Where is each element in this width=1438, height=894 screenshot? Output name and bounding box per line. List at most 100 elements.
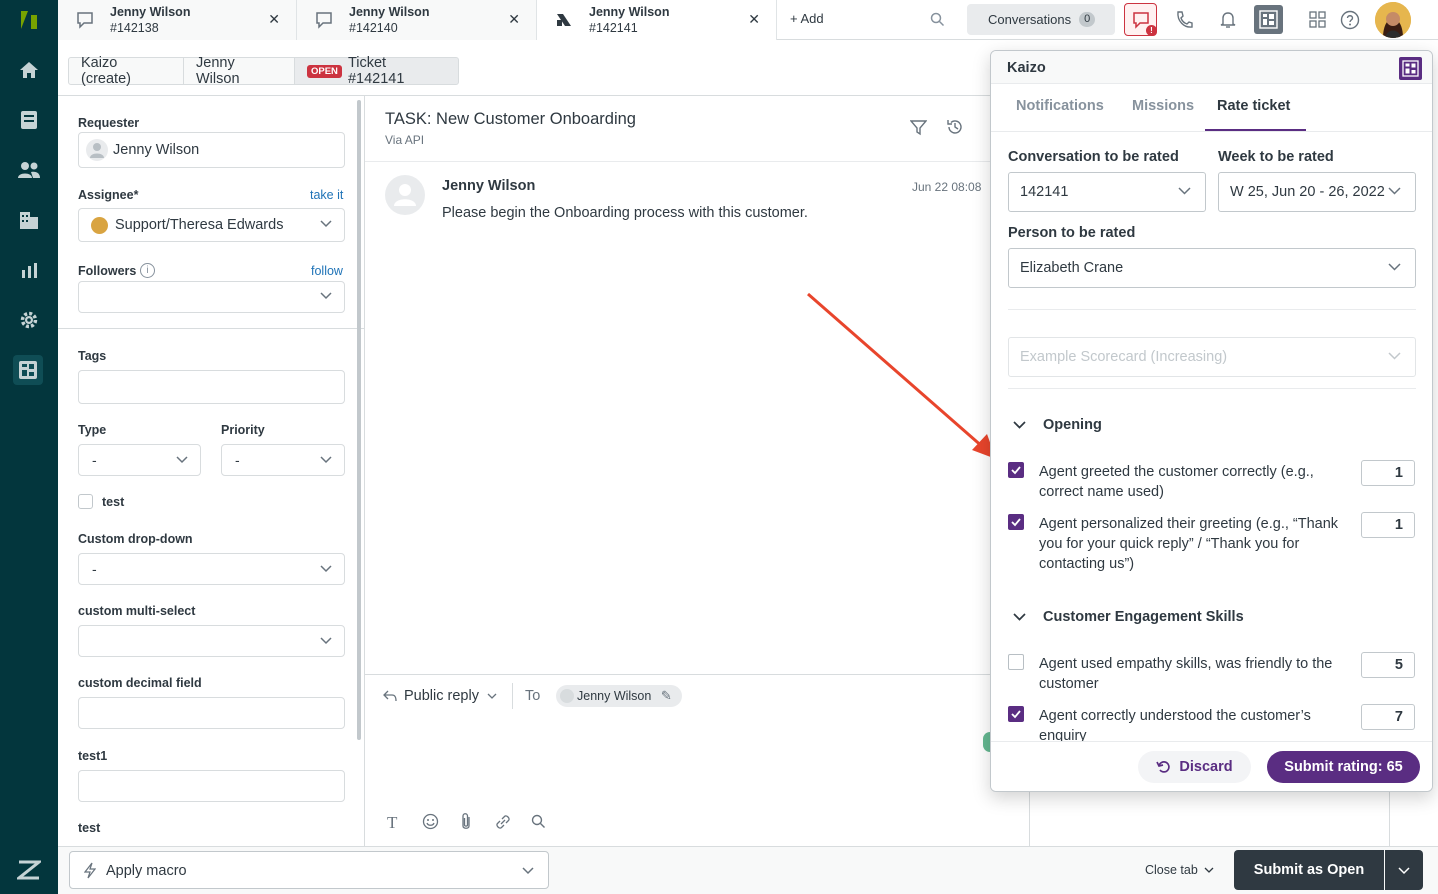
conversations-button[interactable]: Conversations 0 — [967, 4, 1115, 35]
recipient-chip[interactable]: Jenny Wilson ✎ — [556, 685, 682, 707]
search-icon[interactable] — [930, 12, 945, 27]
comment-timestamp: Jun 22 08:08 — [912, 180, 982, 194]
conversations-label: Conversations — [988, 12, 1072, 27]
close-tab-dropdown[interactable]: Close tab — [1145, 863, 1214, 877]
divider — [1029, 790, 1030, 846]
reply-mode-dropdown[interactable]: Public reply — [383, 688, 497, 704]
person-dropdown[interactable]: Elizabeth Crane — [1008, 248, 1416, 288]
avatar[interactable] — [1375, 2, 1411, 38]
ticket-tab-142140[interactable]: Jenny Wilson #142140 ✕ — [297, 0, 537, 40]
conversation-dropdown[interactable]: 142141 — [1008, 172, 1206, 212]
week-dropdown[interactable]: W 25, Jun 20 - 26, 2022 — [1218, 172, 1416, 212]
test-checkbox[interactable] — [78, 494, 93, 509]
decimal-label: custom decimal field — [78, 676, 202, 690]
scorecard-dropdown[interactable]: Example Scorecard (Increasing) — [1008, 337, 1416, 377]
help-icon[interactable] — [1340, 10, 1360, 30]
follow-link[interactable]: follow — [311, 264, 343, 278]
kaizo-app-toggle-icon[interactable] — [1254, 5, 1283, 34]
add-label: Add — [800, 11, 824, 26]
reporting-icon[interactable] — [14, 255, 44, 285]
attachment-icon[interactable] — [460, 812, 472, 831]
decimal-input[interactable] — [78, 697, 345, 729]
criterion-score-input[interactable]: 1 — [1361, 460, 1415, 486]
assignee-avatar — [91, 217, 108, 234]
to-label: To — [525, 688, 541, 704]
zendesk-logo-icon[interactable] — [14, 5, 44, 35]
chevron-down-icon[interactable] — [1013, 421, 1026, 429]
priority-dropdown[interactable]: - — [221, 444, 345, 476]
history-icon[interactable] — [946, 118, 964, 136]
tags-input[interactable] — [78, 370, 345, 404]
divider — [512, 683, 513, 709]
test1-input[interactable] — [78, 770, 345, 802]
breadcrumb-ticket[interactable]: OPEN Ticket #142141 — [294, 55, 459, 87]
apply-macro-dropdown[interactable]: Apply macro — [69, 851, 549, 889]
apps-grid-icon[interactable] — [1309, 11, 1326, 28]
tab-rate-ticket[interactable]: Rate ticket — [1217, 98, 1290, 114]
text-format-icon[interactable]: T — [387, 813, 397, 833]
search-knowledge-icon[interactable] — [531, 814, 546, 829]
zendesk-z-icon[interactable] — [14, 855, 44, 885]
tab-name: Jenny Wilson — [110, 5, 191, 19]
phone-icon[interactable] — [1174, 10, 1194, 30]
chevron-down-icon — [1178, 187, 1191, 195]
admin-gear-icon[interactable] — [14, 305, 44, 335]
ticket-tab-142141[interactable]: Jenny Wilson #142141 ✕ — [537, 0, 777, 40]
apply-macro-label: Apply macro — [106, 863, 187, 879]
add-tab-button[interactable]: + Add — [790, 11, 824, 26]
criterion-text: Agent greeted the customer correctly (e.… — [1039, 464, 1314, 500]
close-icon[interactable]: ✕ — [268, 11, 280, 28]
views-icon[interactable] — [14, 105, 44, 135]
sidebar-scrollbar[interactable] — [357, 100, 361, 740]
criterion-checkbox[interactable] — [1008, 706, 1024, 722]
info-icon[interactable]: i — [140, 263, 155, 278]
recipient-name: Jenny Wilson — [577, 689, 652, 703]
filter-icon[interactable] — [910, 119, 927, 136]
close-icon[interactable]: ✕ — [508, 11, 520, 28]
criterion-checkbox[interactable] — [1008, 514, 1024, 530]
section-title-engagement[interactable]: Customer Engagement Skills — [1043, 609, 1244, 625]
assignee-value: Support/Theresa Edwards — [115, 217, 284, 233]
section-title-opening[interactable]: Opening — [1043, 417, 1102, 433]
chevron-down-icon — [320, 456, 332, 464]
custom-dropdown-value: - — [92, 561, 97, 577]
criterion-checkbox[interactable] — [1008, 654, 1024, 670]
criterion-score-input[interactable]: 7 — [1361, 704, 1415, 730]
submit-as-open-button[interactable]: Submit as Open — [1234, 850, 1384, 890]
breadcrumb-requester[interactable]: Jenny Wilson — [183, 55, 295, 87]
breadcrumb-organization[interactable]: Kaizo (create) — [68, 55, 184, 87]
multiselect-dropdown[interactable] — [78, 625, 345, 657]
criterion-score-input[interactable]: 5 — [1361, 652, 1415, 678]
criterion-checkbox[interactable] — [1008, 462, 1024, 478]
undo-icon — [1156, 761, 1171, 773]
followers-dropdown[interactable] — [78, 281, 345, 313]
chevron-down-icon[interactable] — [1013, 613, 1026, 621]
top-bar: Jenny Wilson #142138 ✕ Jenny Wilson #142… — [58, 0, 1438, 40]
annotation-arrow-icon — [807, 292, 996, 459]
tab-notifications[interactable]: Notifications — [1016, 98, 1104, 114]
requester-field[interactable]: Jenny Wilson — [78, 132, 345, 168]
close-icon[interactable]: ✕ — [748, 11, 760, 28]
chat-alert-button[interactable]: ! — [1124, 3, 1157, 36]
chat-bubble-icon — [315, 11, 333, 29]
link-icon[interactable] — [494, 813, 512, 831]
conversations-count-badge: 0 — [1079, 12, 1096, 27]
assignee-dropdown[interactable]: Support/Theresa Edwards — [78, 208, 345, 242]
take-it-link[interactable]: take it — [310, 188, 343, 202]
chevron-down-icon — [320, 565, 332, 573]
tab-missions[interactable]: Missions — [1132, 98, 1194, 114]
type-dropdown[interactable]: - — [78, 444, 201, 476]
customers-icon[interactable] — [14, 155, 44, 185]
emoji-icon[interactable] — [422, 813, 439, 830]
notifications-bell-icon[interactable] — [1218, 10, 1238, 30]
criterion-score-input[interactable]: 1 — [1361, 512, 1415, 538]
organizations-icon[interactable] — [14, 205, 44, 235]
discard-button[interactable]: Discard — [1138, 751, 1251, 783]
pencil-icon[interactable]: ✎ — [661, 688, 672, 703]
ticket-tab-142138[interactable]: Jenny Wilson #142138 ✕ — [58, 0, 297, 40]
kaizo-app-icon[interactable] — [13, 355, 43, 385]
home-icon[interactable] — [14, 55, 44, 85]
custom-dropdown[interactable]: - — [78, 553, 345, 585]
submit-rating-button[interactable]: Submit rating: 65 — [1267, 751, 1420, 783]
submit-options-button[interactable] — [1385, 850, 1423, 890]
